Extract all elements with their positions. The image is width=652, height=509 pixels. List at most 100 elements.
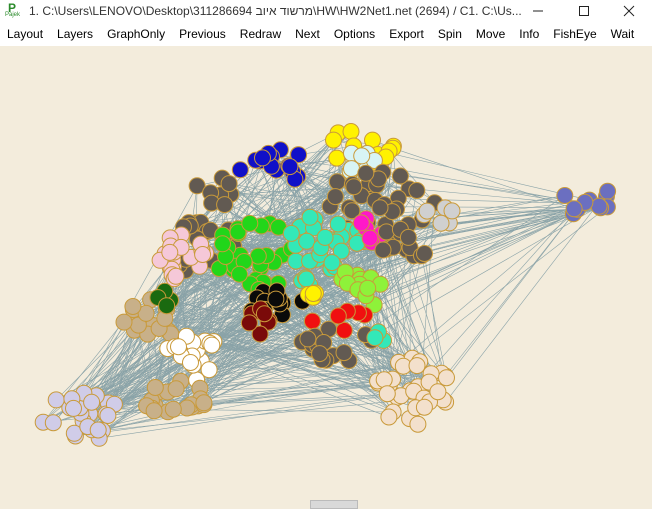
graph-node[interactable] xyxy=(565,200,583,218)
graph-node[interactable] xyxy=(335,321,353,339)
graph-node[interactable] xyxy=(374,241,392,259)
graph-node[interactable] xyxy=(408,182,426,199)
menu-item-redraw[interactable]: Redraw xyxy=(233,27,288,41)
menu-item-next[interactable]: Next xyxy=(288,27,327,41)
graph-node[interactable] xyxy=(323,254,341,272)
graph-node[interactable] xyxy=(599,182,617,200)
graph-node[interactable] xyxy=(124,298,142,315)
graph-node[interactable] xyxy=(399,228,417,246)
menu-item-layout[interactable]: Layout xyxy=(0,27,50,41)
menu-item-options[interactable]: Options xyxy=(327,27,382,41)
graph-node[interactable] xyxy=(254,149,271,167)
graph-node[interactable] xyxy=(359,279,377,297)
graph-node[interactable] xyxy=(195,394,213,412)
graph-node[interactable] xyxy=(343,160,360,178)
menu-item-previous[interactable]: Previous xyxy=(172,27,233,41)
menu-item-export[interactable]: Export xyxy=(382,27,431,41)
graph-node[interactable] xyxy=(146,379,164,396)
graph-node[interactable] xyxy=(145,402,163,420)
graph-node[interactable] xyxy=(326,188,344,206)
graph-node[interactable] xyxy=(408,357,426,375)
graph-node[interactable] xyxy=(231,265,248,283)
graph-node[interactable] xyxy=(409,415,427,433)
graph-node[interactable] xyxy=(65,399,82,417)
graph-node[interactable] xyxy=(164,400,182,418)
graph-node[interactable] xyxy=(329,307,347,325)
graph-node[interactable] xyxy=(380,408,398,426)
graph-node[interactable] xyxy=(378,385,396,403)
graph-node[interactable] xyxy=(298,232,316,250)
graph-node[interactable] xyxy=(304,285,322,302)
graph-node[interactable] xyxy=(299,330,317,348)
graph-node[interactable] xyxy=(301,208,319,226)
graph-node[interactable] xyxy=(115,313,133,331)
graph-node[interactable] xyxy=(158,297,176,315)
graph-node[interactable] xyxy=(297,270,315,288)
graph-node[interactable] xyxy=(44,414,62,432)
graph-node[interactable] xyxy=(377,223,395,241)
graph-node[interactable] xyxy=(556,187,574,204)
graph-node[interactable] xyxy=(371,199,389,217)
graph-node[interactable] xyxy=(590,197,608,215)
title-bar: P Pajek 1. C:\Users\LENOVO\Desktop\31128… xyxy=(0,0,652,22)
graph-node[interactable] xyxy=(267,290,285,308)
graph-node[interactable] xyxy=(328,149,346,167)
graph-node[interactable] xyxy=(391,167,409,185)
graph-node[interactable] xyxy=(170,338,187,356)
graph-node[interactable] xyxy=(241,214,259,232)
graph-node[interactable] xyxy=(167,380,185,398)
graph-node[interactable] xyxy=(281,158,299,176)
graph-node[interactable] xyxy=(418,202,436,220)
graph-node[interactable] xyxy=(89,421,107,439)
graph-node[interactable] xyxy=(345,178,363,196)
graph-node[interactable] xyxy=(167,267,185,285)
menu-item-move[interactable]: Move xyxy=(469,27,512,41)
menu-item-layers[interactable]: Layers xyxy=(50,27,100,41)
graph-node[interactable] xyxy=(47,391,65,409)
graph-node[interactable] xyxy=(415,398,433,416)
menu-item-info[interactable]: Info xyxy=(512,27,546,41)
horizontal-scrollbar-thumb[interactable] xyxy=(310,500,358,509)
graph-canvas[interactable] xyxy=(0,46,652,509)
close-button[interactable] xyxy=(606,0,652,22)
network-graph[interactable] xyxy=(0,46,652,509)
graph-node[interactable] xyxy=(342,123,360,140)
graph-node[interactable] xyxy=(214,235,231,253)
graph-node[interactable] xyxy=(240,314,258,332)
graph-node[interactable] xyxy=(432,214,450,232)
graph-node[interactable] xyxy=(220,175,238,193)
graph-node[interactable] xyxy=(325,131,342,149)
menu-item-spin[interactable]: Spin xyxy=(431,27,469,41)
minimize-button[interactable] xyxy=(515,0,561,22)
graph-node[interactable] xyxy=(329,215,347,233)
graph-node[interactable] xyxy=(255,305,273,323)
graph-node[interactable] xyxy=(194,246,212,263)
graph-node[interactable] xyxy=(357,164,375,182)
graph-node[interactable] xyxy=(429,383,447,401)
graph-node[interactable] xyxy=(366,329,384,347)
maximize-button[interactable] xyxy=(561,0,607,22)
graph-node[interactable] xyxy=(311,345,329,363)
menu-item-wait[interactable]: Wait xyxy=(604,27,642,41)
graph-node[interactable] xyxy=(231,161,249,179)
graph-node[interactable] xyxy=(328,173,346,191)
graph-node[interactable] xyxy=(335,344,353,362)
graph-node[interactable] xyxy=(99,407,117,424)
graph-node[interactable] xyxy=(182,354,199,371)
graph-node[interactable] xyxy=(249,247,267,265)
graph-node[interactable] xyxy=(361,229,379,247)
graph-node[interactable] xyxy=(443,202,461,220)
graph-node[interactable] xyxy=(203,336,221,354)
menu-item-graphonly[interactable]: GraphOnly xyxy=(100,27,172,41)
graph-node[interactable] xyxy=(216,196,234,214)
graph-node[interactable] xyxy=(282,224,300,242)
graph-node[interactable] xyxy=(83,393,101,411)
graph-node[interactable] xyxy=(303,312,321,330)
graph-node[interactable] xyxy=(161,243,179,261)
graph-node[interactable] xyxy=(316,228,334,246)
graph-node[interactable] xyxy=(352,214,370,232)
graph-node[interactable] xyxy=(438,369,455,387)
graph-node[interactable] xyxy=(416,245,433,262)
menu-item-fisheye[interactable]: FishEye xyxy=(546,27,603,41)
graph-node[interactable] xyxy=(375,371,393,389)
